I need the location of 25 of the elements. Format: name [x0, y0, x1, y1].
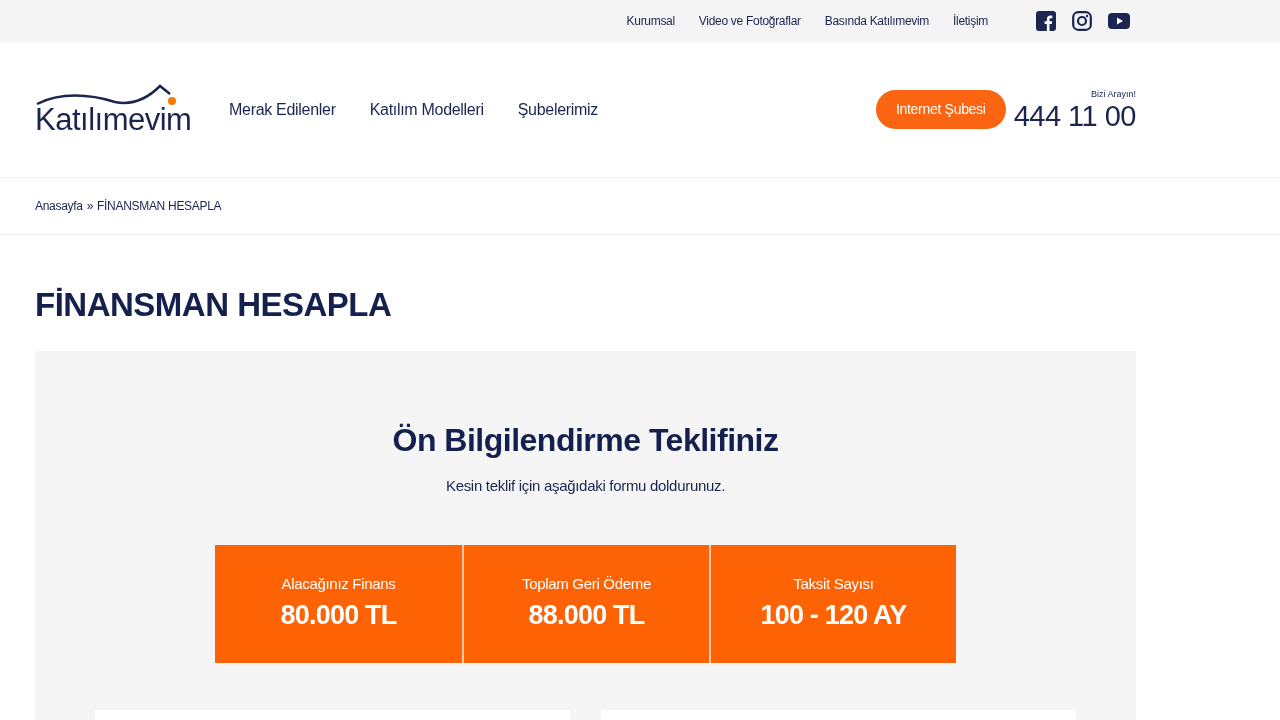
- top-link[interactable]: Basında Katılımevim: [824, 12, 930, 30]
- breadcrumb-current: FİNANSMAN HESAPLA: [97, 198, 222, 215]
- phone-number: 444 11 00: [1013, 101, 1136, 131]
- stat-label: Taksit Sayısı: [793, 574, 874, 594]
- stat-label: Toplam Geri Ödeme: [521, 574, 652, 594]
- stat-value: 80.000 TL: [280, 599, 397, 633]
- instagram-icon[interactable]: [1072, 11, 1092, 31]
- offer-subtitle: Kesin teklif için aşağıdaki formu doldurunuz.: [445, 476, 726, 496]
- breadcrumb-separator: »: [86, 198, 93, 215]
- breadcrumb-home-link[interactable]: Anasayfa: [35, 197, 83, 215]
- logo[interactable]: Katılımevim: [35, 84, 205, 135]
- offer-title: Ön Bilgilendirme Teklifiniz: [392, 420, 779, 459]
- top-link[interactable]: İletişim: [953, 12, 988, 30]
- stat-value: 100 - 120 AY: [760, 599, 907, 633]
- top-link[interactable]: Video ve Fotoğraflar: [698, 12, 801, 30]
- youtube-icon[interactable]: [1108, 13, 1130, 29]
- nav-link-item[interactable]: Şubelerimiz: [517, 97, 599, 122]
- nav-link-item[interactable]: Merak Edilenler: [229, 97, 336, 122]
- facebook-icon[interactable]: [1036, 11, 1056, 31]
- stat-value: 88.000 TL: [528, 599, 645, 633]
- top-link[interactable]: Kurumsal: [626, 12, 675, 30]
- nav-link-item[interactable]: Katılım Modelleri: [369, 97, 484, 122]
- page-title: FİNANSMAN HESAPLA: [35, 285, 393, 325]
- stat-label: Alacağınız Finans: [281, 574, 396, 594]
- call-us-label: Bizi Arayın!: [1090, 88, 1136, 102]
